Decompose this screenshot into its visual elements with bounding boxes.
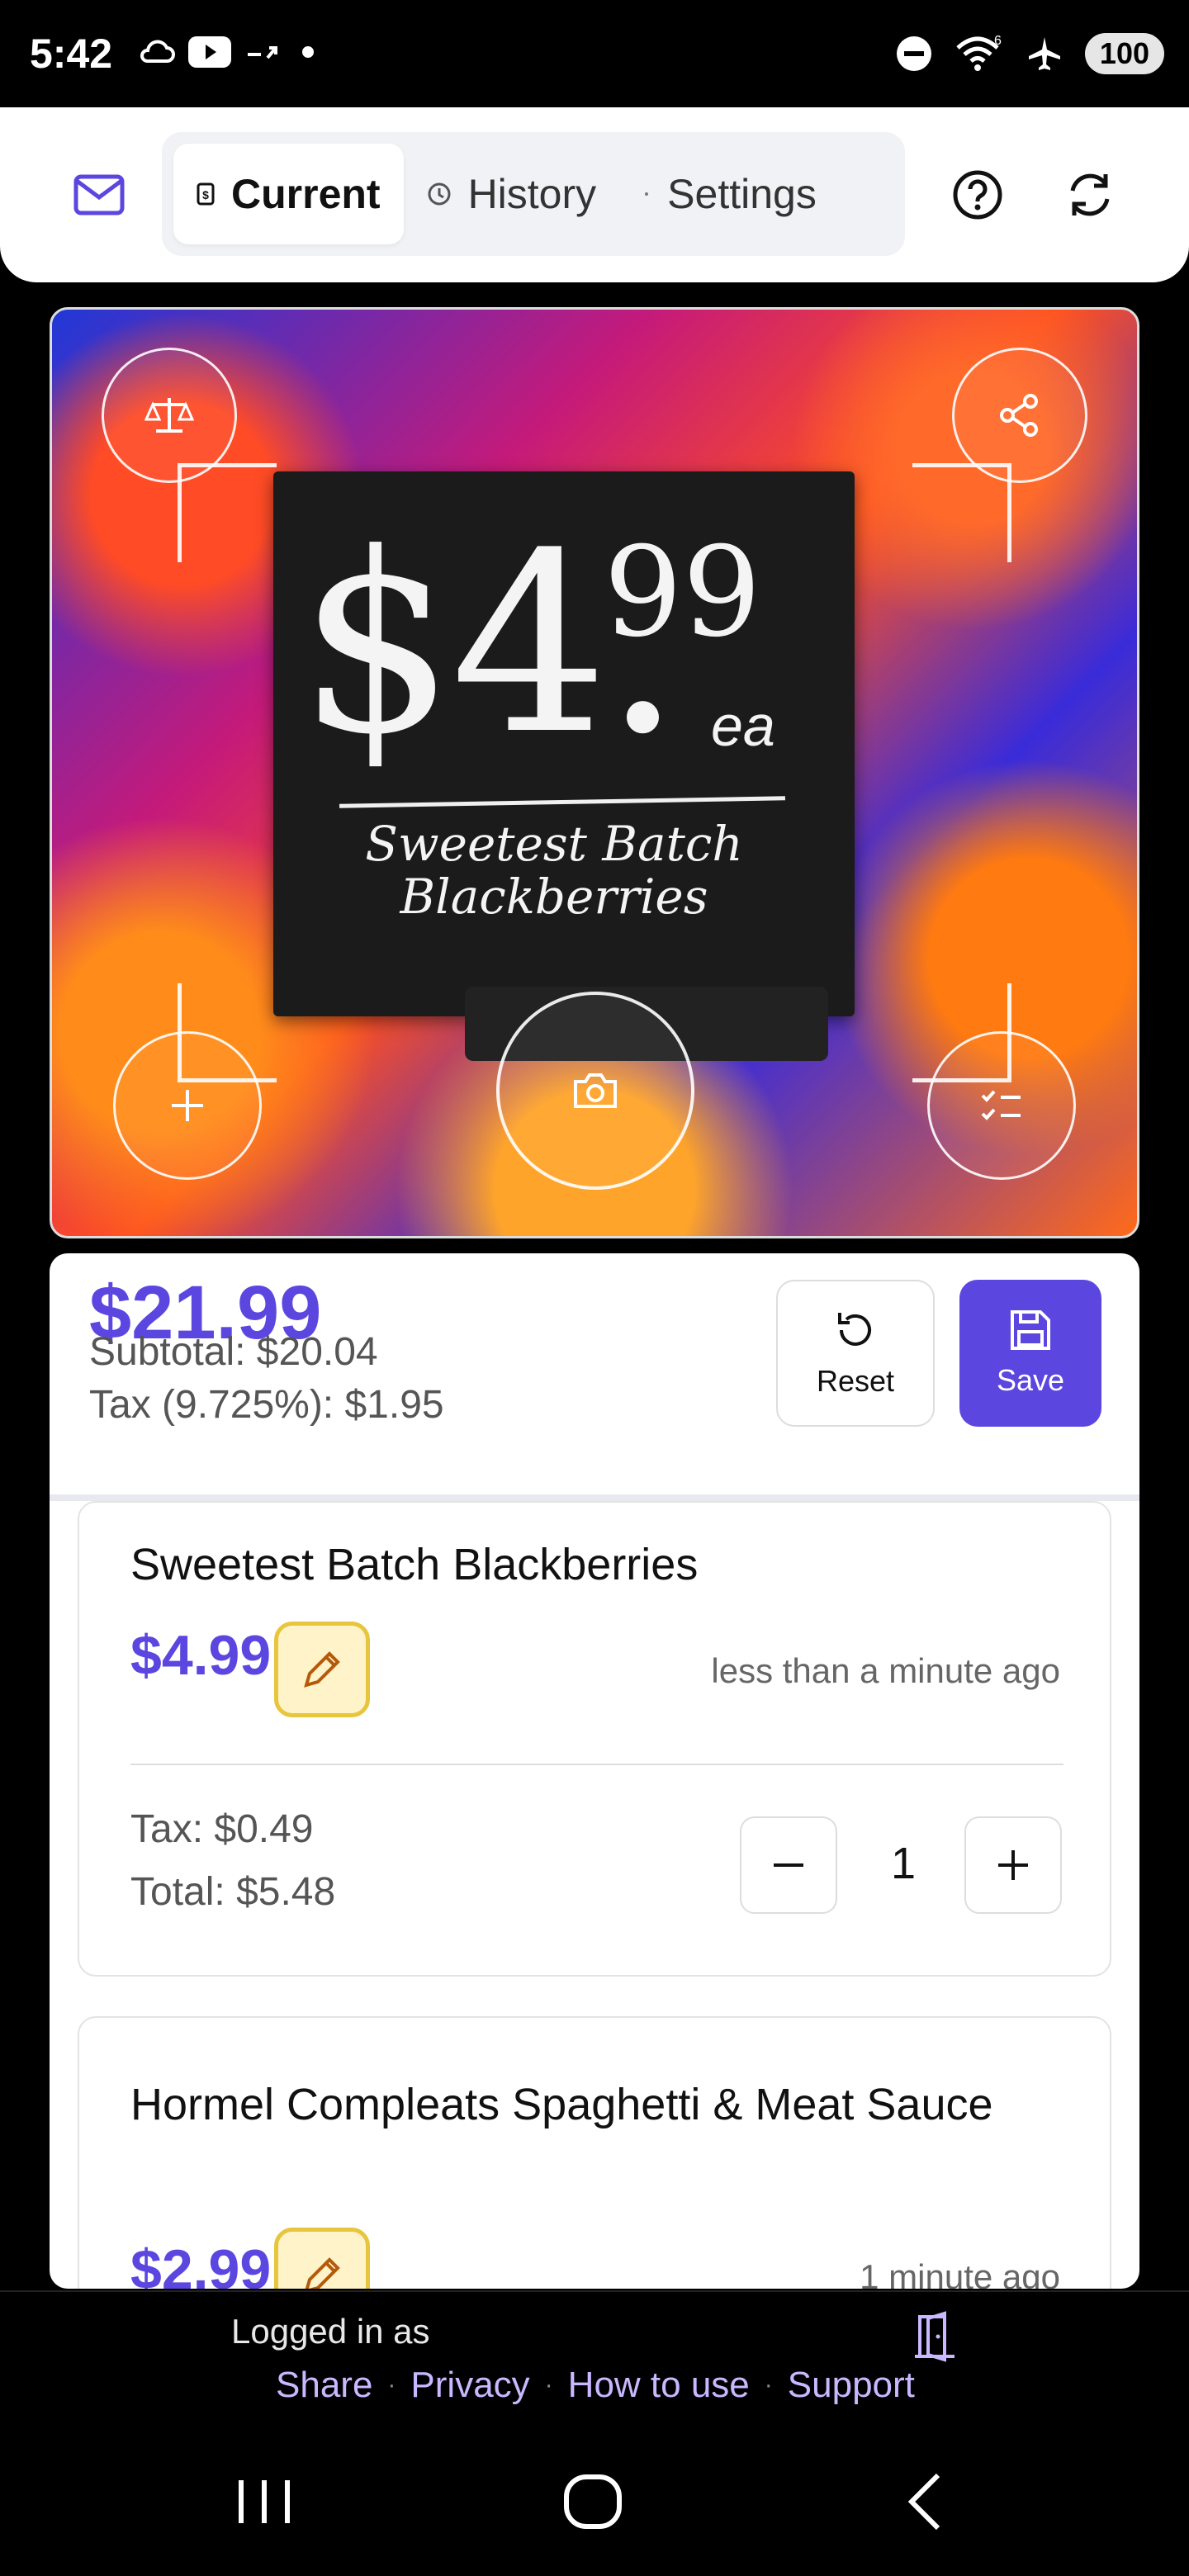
subtotal: Subtotal: $20.04 [89, 1330, 378, 1374]
camera-icon [574, 1073, 617, 1108]
save-button[interactable]: Save [959, 1280, 1101, 1427]
home-icon [564, 2474, 622, 2529]
item-divider [130, 1764, 1063, 1765]
mail-button[interactable] [58, 154, 140, 236]
link-separator: · [764, 2371, 773, 2398]
capture-button[interactable] [496, 992, 694, 1190]
item-name: Hormel Compleats Spaghetti & Meat Sauce [130, 2080, 993, 2129]
item-total: Total: $5.48 [130, 1870, 336, 1914]
tab-history-label: History [467, 171, 597, 217]
recents-icon [239, 2480, 290, 2523]
decrease-quantity-button[interactable] [740, 1816, 837, 1914]
footer: Logged in as Share · Privacy · How to us… [0, 2290, 1189, 2427]
item-timestamp: less than a minute ago [711, 1651, 1060, 1690]
svg-text:$: $ [202, 188, 209, 201]
sign-description: Sweetest Batch Blackberries [365, 816, 743, 925]
sign-cents: 99 [604, 521, 761, 665]
help-icon [953, 170, 1002, 220]
checklist-button[interactable] [927, 1031, 1076, 1180]
reset-icon [838, 1313, 871, 1346]
cloud-icon [140, 40, 175, 63]
cart-item: Sweetest Batch Blackberries $4.99 less t… [78, 1501, 1111, 1977]
tab-history[interactable]: History [404, 144, 620, 244]
logout-icon [915, 2311, 955, 2362]
cart-panel: $21.99 Subtotal: $20.04 Tax (9.725%): $1… [50, 1253, 1139, 2289]
status-time: 5:42 [30, 31, 113, 77]
tax-total: Tax (9.725%): $1.95 [89, 1383, 444, 1427]
reset-button[interactable]: Reset [776, 1280, 935, 1427]
system-nav-bar [0, 2427, 1189, 2576]
save-icon [1011, 1310, 1050, 1350]
refresh-icon [1070, 173, 1110, 216]
tab-bar: $ Current History Settings [162, 132, 905, 256]
quantity-value: 1 [890, 1839, 917, 1888]
status-right-icons: 6 100 [895, 33, 1164, 74]
item-tax: Tax: $0.49 [130, 1807, 314, 1851]
home-button[interactable] [552, 2460, 634, 2543]
plus-icon [998, 1850, 1028, 1880]
panel-divider [50, 1494, 1139, 1501]
wifi-label: 6 [994, 35, 1002, 48]
minus-icon [774, 1863, 803, 1867]
refresh-button[interactable] [1049, 154, 1131, 236]
item-price: $4.99 [130, 1624, 272, 1687]
dot-icon [645, 192, 649, 196]
checklist-icon [981, 1090, 1021, 1120]
share-icon [1000, 394, 1038, 437]
camera-viewfinder[interactable]: $4. 99 ea Sweetest Batch Blackberries 87… [50, 307, 1139, 1238]
tab-current-label: Current [231, 171, 381, 217]
logout-button[interactable] [908, 2310, 961, 2363]
logged-in-label: Logged in as [231, 2312, 430, 2351]
tab-current[interactable]: $ Current [173, 144, 404, 244]
tab-settings-label: Settings [667, 171, 817, 217]
save-label: Save [996, 1363, 1065, 1397]
share-button[interactable] [952, 348, 1087, 483]
item-timestamp: 1 minute ago [860, 2257, 1060, 2289]
battery-indicator: 100 [1084, 33, 1164, 74]
dollar-icon: $ [197, 182, 215, 206]
mail-icon [73, 174, 125, 215]
help-button[interactable] [936, 154, 1019, 236]
clock-icon [428, 182, 451, 206]
back-icon [907, 2473, 940, 2531]
back-button[interactable] [883, 2460, 966, 2543]
pencil-icon [305, 2257, 340, 2289]
dnd-icon [896, 36, 931, 71]
link-separator: · [387, 2371, 396, 2398]
recents-button[interactable] [223, 2460, 306, 2543]
pencil-icon [304, 1651, 340, 1688]
airplane-icon [1028, 37, 1060, 70]
increase-quantity-button[interactable] [964, 1816, 1062, 1914]
edit-price-button[interactable] [274, 2228, 370, 2289]
tab-settings[interactable]: Settings [619, 144, 840, 244]
item-price: $2.99 [130, 2238, 272, 2289]
link-separator: · [544, 2371, 553, 2398]
app-bar: $ Current History Settings [0, 107, 1189, 282]
cart-item: Hormel Compleats Spaghetti & Meat Sauce … [78, 2016, 1111, 2289]
scale-icon [144, 398, 194, 433]
reset-label: Reset [816, 1364, 895, 1398]
notification-dot-icon [302, 46, 314, 58]
sign-underline [339, 796, 786, 808]
status-left-icons [139, 36, 320, 68]
edit-price-button[interactable] [274, 1622, 370, 1717]
add-item-button[interactable] [113, 1031, 262, 1180]
support-link[interactable]: Support [788, 2365, 915, 2406]
status-bar: 5:42 6 100 [0, 0, 1189, 107]
plus-icon [172, 1090, 203, 1121]
wifi-icon: 6 [956, 35, 1002, 71]
sign-unit: ea [711, 694, 775, 758]
missed-call-icon [248, 46, 277, 59]
compare-button[interactable] [102, 348, 237, 483]
price-sign-image: $4. 99 ea Sweetest Batch Blackberries 87… [273, 471, 855, 1016]
footer-links: Share · Privacy · How to use · Support [276, 2365, 915, 2406]
how-to-use-link[interactable]: How to use [568, 2365, 750, 2406]
item-name: Sweetest Batch Blackberries [130, 1540, 699, 1589]
privacy-link[interactable]: Privacy [410, 2365, 529, 2406]
youtube-icon [188, 36, 231, 68]
share-link[interactable]: Share [276, 2365, 372, 2406]
